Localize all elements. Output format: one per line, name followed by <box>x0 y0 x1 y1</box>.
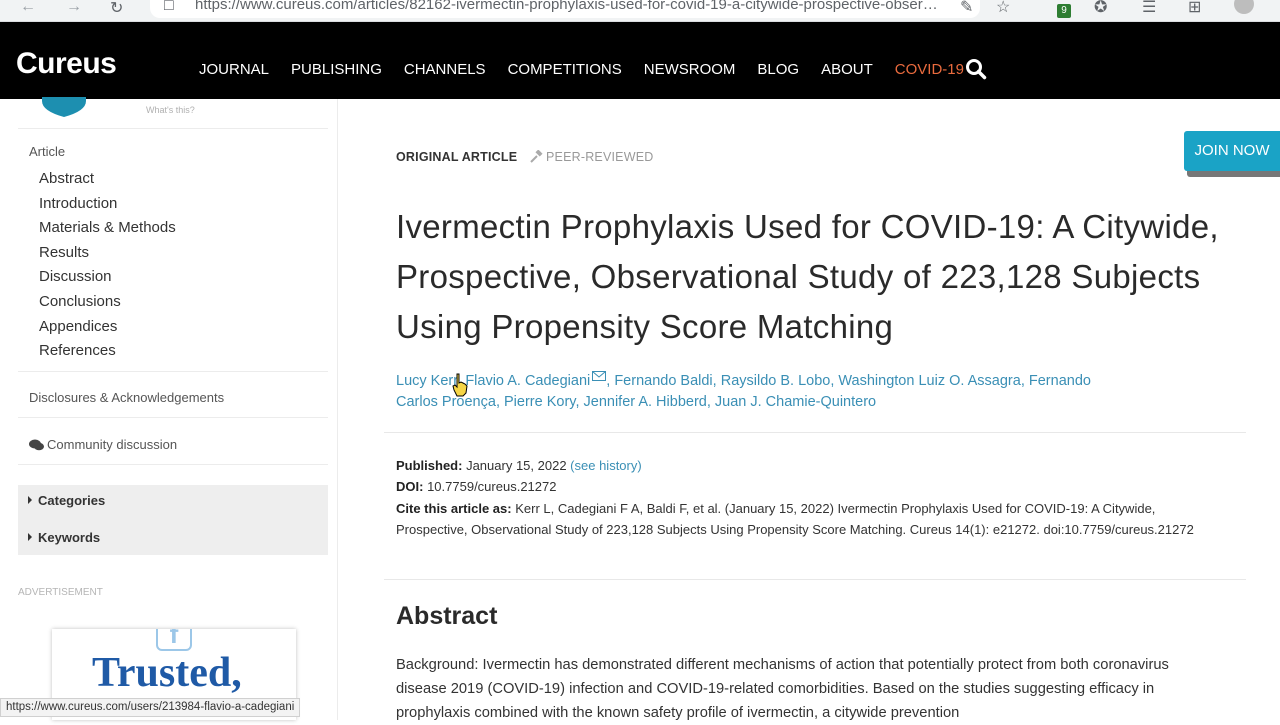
cite-text: Kerr L, Cadegiani F A, Baldi F, et al. (… <box>396 500 1194 537</box>
shield-icon <box>42 97 86 117</box>
keywords-toggle[interactable]: Keywords <box>28 530 100 545</box>
author-link[interactable]: Juan J. Chamie-Quintero <box>715 394 876 410</box>
content-divider <box>384 432 1246 433</box>
browser-toolbar: ← → ↻ □ https://www.cureus.com/articles/… <box>0 0 1280 22</box>
categories-label: Categories <box>38 493 106 508</box>
back-icon[interactable]: ← <box>20 0 36 16</box>
abstract-text: Background: Ivermectin has demonstrated … <box>396 657 1169 721</box>
author-link[interactable]: Raysildo B. Lobo <box>721 373 831 389</box>
sidebar-item-discussion[interactable]: Discussion <box>39 267 176 292</box>
author-link[interactable]: Washington Luiz O. Assagra <box>838 373 1020 389</box>
sidebar-item-materials-methods[interactable]: Materials & Methods <box>39 218 176 243</box>
gavel-icon <box>530 149 543 163</box>
nav-covid-19[interactable]: COVID-19 <box>895 61 964 78</box>
url-text[interactable]: https://www.cureus.com/articles/82162-iv… <box>195 0 945 13</box>
cureus-logo[interactable]: Cureus <box>16 47 117 81</box>
whats-this-link[interactable]: What's this? <box>146 105 195 115</box>
article-type-label: ORIGINAL ARTICLE <box>396 150 518 164</box>
profile-avatar[interactable] <box>1234 0 1254 14</box>
keywords-label: Keywords <box>38 530 101 545</box>
sidebar-divider <box>18 464 328 465</box>
reload-icon[interactable]: ↻ <box>110 0 123 18</box>
doi-value: 10.7759/cureus.21272 <box>427 479 557 495</box>
email-icon[interactable] <box>592 371 607 381</box>
collections-icon[interactable]: ⊞ <box>1188 0 1201 17</box>
author-link[interactable]: Pierre Kory <box>504 394 575 410</box>
site-header: Cureus JOURNAL PUBLISHING CHANNELS COMPE… <box>0 22 1280 99</box>
article-metadata: Published: January 15, 2022 (see history… <box>396 455 1226 540</box>
community-discussion-link[interactable]: Community discussion <box>29 437 177 452</box>
peer-reviewed-text: PEER-REVIEWED <box>546 150 654 164</box>
main-nav: JOURNAL PUBLISHING CHANNELS COMPETITIONS… <box>199 61 986 78</box>
favorites-list-icon[interactable]: ☰ <box>1142 0 1156 17</box>
doi-row: DOI: 10.7759/cureus.21272 <box>396 476 1226 497</box>
extension-badge[interactable]: 9 <box>1057 4 1071 18</box>
sidebar-divider <box>18 371 328 372</box>
article-sidebar: What's this? Article Abstract Introducti… <box>8 97 338 720</box>
join-now-button[interactable]: JOIN NOW <box>1184 131 1280 171</box>
facebook-icon: f <box>156 629 192 651</box>
favorite-icon[interactable]: ☆ <box>996 0 1010 17</box>
nav-publishing[interactable]: PUBLISHING <box>291 61 382 78</box>
caret-right-icon <box>28 496 32 504</box>
sidebar-divider <box>18 417 328 418</box>
categories-toggle[interactable]: Categories <box>28 493 105 508</box>
author-link[interactable]: Fernando Baldi <box>614 373 712 389</box>
see-history-link[interactable]: (see history) <box>570 458 642 473</box>
sidebar-section-label: Article <box>29 144 66 159</box>
nav-competitions[interactable]: COMPETITIONS <box>508 61 622 78</box>
reader-icon[interactable]: ✎ <box>960 0 973 17</box>
extensions-icon[interactable]: ✪ <box>1094 0 1107 17</box>
ad-headline: Trusted, <box>92 650 242 696</box>
content-divider <box>384 579 1246 580</box>
sidebar-item-results[interactable]: Results <box>39 243 176 268</box>
cite-label: Cite this article as: <box>396 500 512 516</box>
author-list: Lucy Kerr, Flavio A. Cadegiani, Fernando… <box>396 371 1091 410</box>
published-label: Published: <box>396 458 463 473</box>
sidebar-item-introduction[interactable]: Introduction <box>39 194 176 219</box>
sidebar-item-conclusions[interactable]: Conclusions <box>39 292 176 317</box>
nav-channels[interactable]: CHANNELS <box>404 61 486 78</box>
site-info-icon[interactable]: □ <box>164 0 174 15</box>
sidebar-toc: Abstract Introduction Materials & Method… <box>39 169 176 366</box>
sidebar-item-abstract[interactable]: Abstract <box>39 169 176 194</box>
sidebar-item-references[interactable]: References <box>39 341 176 366</box>
chat-bubbles-icon <box>29 439 44 451</box>
peer-reviewed-label: PEER-REVIEWED <box>530 149 654 164</box>
sidebar-accordion: Categories Keywords <box>18 485 328 555</box>
author-link[interactable]: Lucy Kerr <box>396 373 457 389</box>
nav-blog[interactable]: BLOG <box>757 61 799 78</box>
sidebar-item-appendices[interactable]: Appendices <box>39 317 176 342</box>
hand-cursor-icon <box>452 373 468 397</box>
nav-about[interactable]: ABOUT <box>821 61 873 78</box>
published-date: January 15, 2022 <box>466 458 567 473</box>
community-discussion-label: Community discussion <box>47 437 178 452</box>
sidebar-badge-area: What's this? <box>18 97 328 129</box>
advertisement-label: ADVERTISEMENT <box>18 587 103 598</box>
nav-journal[interactable]: JOURNAL <box>199 61 269 78</box>
sidebar-item-disclosures[interactable]: Disclosures & Acknowledgements <box>29 390 224 405</box>
caret-right-icon <box>28 533 32 541</box>
search-icon[interactable] <box>965 58 987 80</box>
published-row: Published: January 15, 2022 (see history… <box>396 455 1226 476</box>
doi-label: DOI: <box>396 479 424 495</box>
abstract-heading: Abstract <box>396 602 498 630</box>
link-status-bar: https://www.cureus.com/users/213984-flav… <box>0 698 301 717</box>
forward-icon[interactable]: → <box>66 0 82 16</box>
author-link[interactable]: Flavio A. Cadegiani <box>465 373 590 389</box>
article-main: ORIGINAL ARTICLE PEER-REVIEWED JOIN NOW … <box>354 99 1280 721</box>
nav-newsroom[interactable]: NEWSROOM <box>644 61 736 78</box>
citation-row: Cite this article as: Kerr L, Cadegiani … <box>396 498 1226 541</box>
author-link[interactable]: Jennifer A. Hibberd <box>584 394 707 410</box>
article-title: Ivermectin Prophylaxis Used for COVID-19… <box>396 208 1219 345</box>
